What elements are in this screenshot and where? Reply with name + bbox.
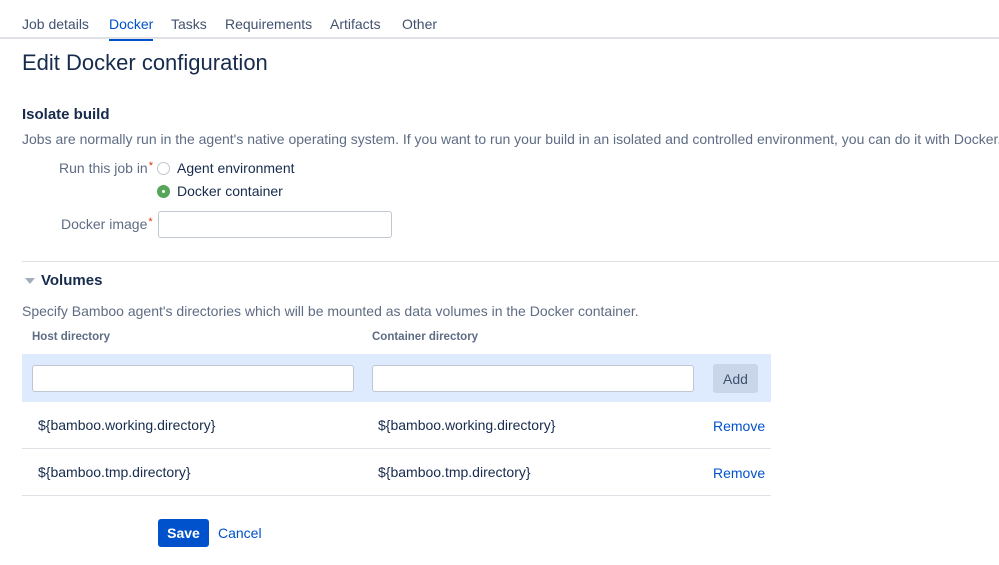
docker-image-label-text: Docker image <box>61 216 148 232</box>
cancel-link[interactable]: Cancel <box>218 525 262 541</box>
row-divider <box>22 448 771 449</box>
row-divider <box>22 495 771 496</box>
radio-label: Docker container <box>177 183 283 199</box>
table-cell-container: ${bamboo.tmp.directory} <box>378 464 531 480</box>
radio-docker-container[interactable]: Docker container <box>157 182 283 200</box>
radio-circle[interactable] <box>157 161 170 175</box>
isolate-build-description: Jobs are normally run in the agent's nat… <box>22 131 999 147</box>
col-header-container: Container directory <box>372 331 479 343</box>
required-marker: * <box>148 216 153 228</box>
required-marker: * <box>148 160 153 172</box>
run-job-label-text: Run this job in <box>59 160 148 176</box>
section-divider <box>22 261 999 262</box>
add-button[interactable]: Add <box>713 364 758 393</box>
tab-bar: Job details Docker Tasks Requirements Ar… <box>0 0 999 41</box>
tab-requirements[interactable]: Requirements <box>225 16 312 39</box>
radio-label: Agent environment <box>177 160 295 176</box>
tab-tasks[interactable]: Tasks <box>171 16 207 39</box>
host-directory-input[interactable] <box>32 365 354 392</box>
tab-artifacts[interactable]: Artifacts <box>330 16 381 39</box>
volumes-description: Specify Bamboo agent's directories which… <box>22 303 639 319</box>
container-directory-input[interactable] <box>372 365 694 392</box>
volumes-heading[interactable]: Volumes <box>41 272 102 289</box>
docker-image-input[interactable] <box>158 211 392 238</box>
table-cell-host: ${bamboo.tmp.directory} <box>38 464 191 480</box>
collapse-toggle-icon[interactable] <box>25 278 35 284</box>
table-cell-host: ${bamboo.working.directory} <box>38 417 216 433</box>
save-button[interactable]: Save <box>158 519 209 547</box>
radio-agent-environment[interactable]: Agent environment <box>157 159 295 177</box>
radio-circle-selected[interactable] <box>157 184 170 198</box>
isolate-build-heading: Isolate build <box>22 106 110 123</box>
page-title: Edit Docker configuration <box>22 50 268 75</box>
remove-link[interactable]: Remove <box>713 418 765 434</box>
table-cell-container: ${bamboo.working.directory} <box>378 417 556 433</box>
tab-job-details[interactable]: Job details <box>22 16 89 39</box>
remove-link[interactable]: Remove <box>713 465 765 481</box>
docker-image-label: Docker image* <box>61 216 153 232</box>
run-job-label: Run this job in* <box>59 160 153 176</box>
col-header-host: Host directory <box>32 331 110 343</box>
tab-other[interactable]: Other <box>402 16 437 39</box>
tab-docker[interactable]: Docker <box>109 16 154 41</box>
